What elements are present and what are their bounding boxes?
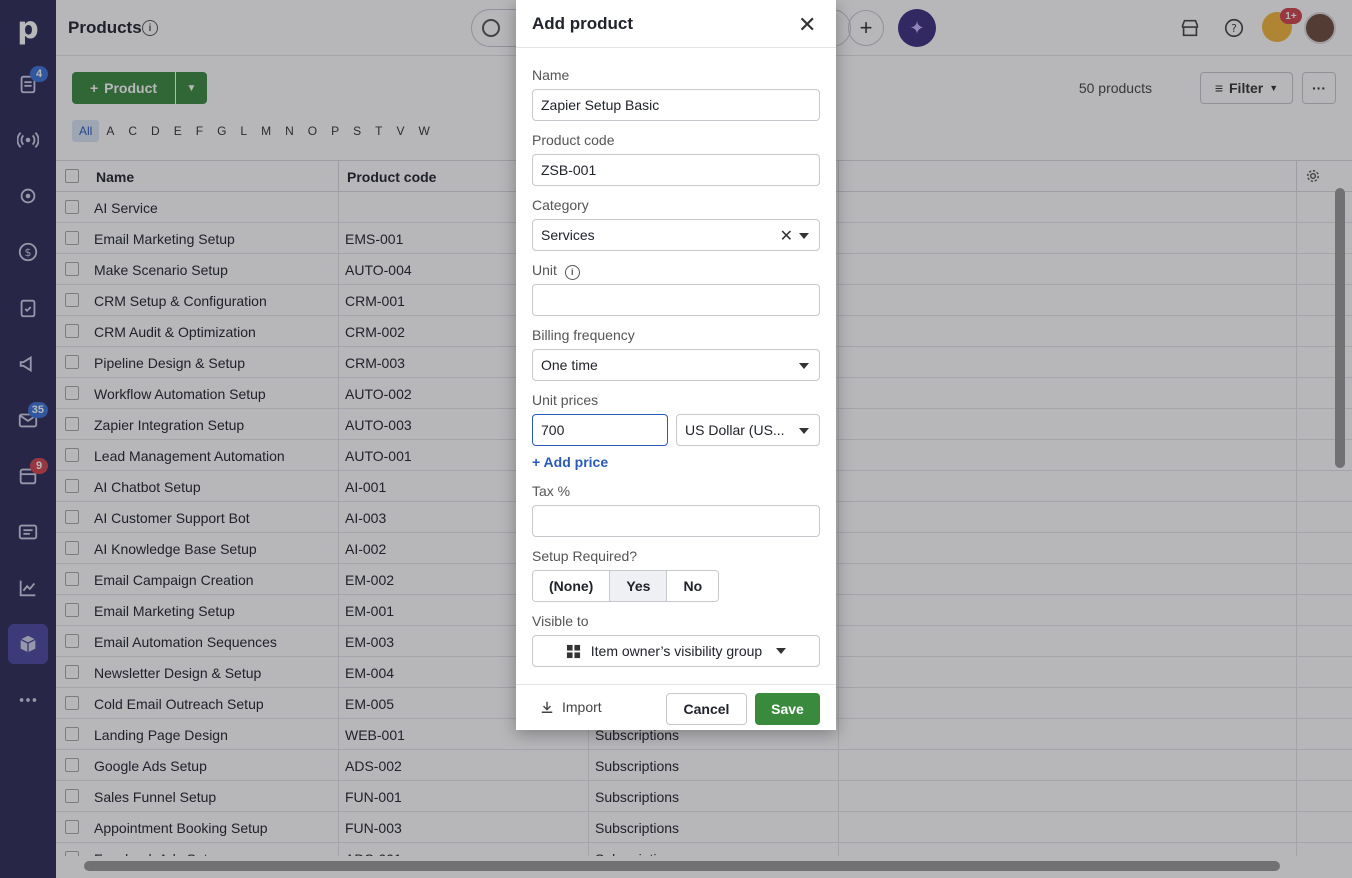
setup-option-no[interactable]: No: [667, 571, 719, 601]
category-value: Services: [541, 227, 595, 243]
billing-frequency-label: Billing frequency: [532, 327, 635, 343]
grid-icon: [566, 644, 580, 658]
add-price-link[interactable]: + Add price: [532, 454, 608, 470]
currency-select[interactable]: US Dollar (US...: [676, 414, 820, 446]
category-select[interactable]: Services ✕: [532, 219, 820, 251]
chevron-down-icon: [799, 363, 809, 369]
modal-header: Add product ✕: [516, 0, 836, 48]
info-icon[interactable]: i: [564, 264, 580, 280]
setup-option-yes[interactable]: Yes: [610, 571, 668, 601]
unit-price-input[interactable]: 700: [532, 414, 668, 446]
visibility-select[interactable]: Item owner’s visibility group: [532, 635, 820, 667]
product-code-label: Product code: [532, 132, 615, 148]
cancel-button[interactable]: Cancel: [666, 693, 747, 725]
chevron-down-icon: [799, 428, 809, 434]
category-label: Category: [532, 197, 589, 213]
unit-prices-label: Unit prices: [532, 392, 599, 408]
unit-input[interactable]: [532, 284, 820, 316]
visible-to-label: Visible to: [532, 613, 589, 629]
modal-title: Add product: [532, 14, 634, 33]
add-product-modal: Add product ✕ Name Zapier Setup Basic Pr…: [516, 0, 836, 730]
save-button[interactable]: Save: [755, 693, 820, 725]
chevron-down-icon: [799, 233, 809, 239]
modal-footer: Import Cancel Save: [516, 684, 836, 730]
clear-icon[interactable]: ✕: [780, 226, 793, 246]
name-input[interactable]: Zapier Setup Basic: [532, 89, 820, 121]
billing-frequency-select[interactable]: One time: [532, 349, 820, 381]
close-icon[interactable]: ✕: [798, 12, 816, 38]
product-code-input[interactable]: ZSB-001: [532, 154, 820, 186]
setup-option-none[interactable]: (None): [533, 571, 611, 601]
name-label: Name: [532, 67, 570, 83]
import-button[interactable]: Import: [540, 699, 602, 715]
download-icon: [541, 701, 553, 713]
modal-body: Name Zapier Setup Basic Product code ZSB…: [532, 48, 820, 684]
chevron-down-icon: [776, 648, 787, 654]
tax-input[interactable]: [532, 505, 820, 537]
tax-label: Tax %: [532, 483, 571, 499]
unit-label: Unit i: [532, 262, 580, 280]
setup-required-toggle: (None) Yes No: [532, 570, 720, 602]
setup-required-label: Setup Required?: [532, 548, 638, 564]
